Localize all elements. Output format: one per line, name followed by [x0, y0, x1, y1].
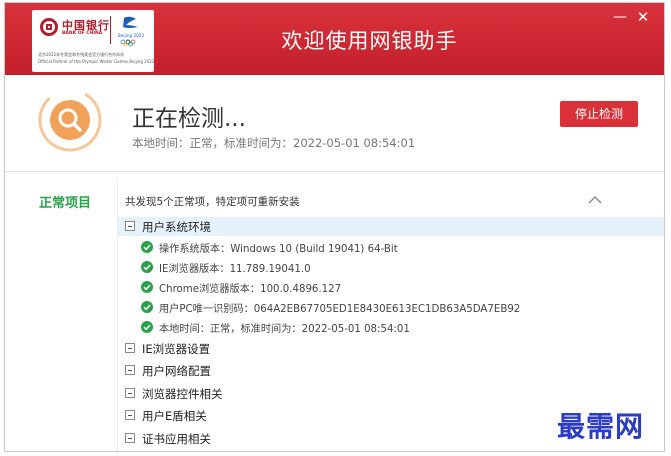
collapse-box-icon[interactable]	[125, 365, 135, 375]
stop-detection-button[interactable]: 停止检测	[560, 101, 638, 127]
tree-group-ie-settings[interactable]: IE浏览器设置	[118, 339, 664, 358]
tree-group-network-config[interactable]: 用户网络配置	[118, 361, 664, 380]
close-button[interactable]: ✕	[633, 7, 653, 27]
collapse-box-icon[interactable]	[125, 343, 135, 353]
collapse-box-icon[interactable]	[125, 410, 135, 420]
check-item-label: 本地时间：正常，标准时间为：2022-05-01 08:54:01	[159, 324, 410, 335]
check-ok-icon	[141, 281, 153, 293]
status-title: 正在检测...	[132, 106, 246, 132]
tree-group-label: 证书应用相关	[142, 432, 211, 446]
check-ok-icon	[141, 261, 153, 273]
results-summary: 共发现5个正常项，特定项可重新安装	[125, 196, 300, 208]
category-normal-items[interactable]: 正常项目	[39, 192, 91, 211]
divider	[5, 171, 664, 172]
collapse-box-icon[interactable]	[125, 221, 135, 231]
collapse-box-icon[interactable]	[125, 433, 135, 443]
status-area: 正在检测... 本地时间：正常，标准时间为：2022-05-01 08:54:0…	[5, 75, 664, 171]
tree-group-label: 用户系统环境	[142, 220, 211, 234]
tree-group-label: 用户网络配置	[142, 364, 211, 378]
tree-group-label: 用户E盾相关	[142, 409, 207, 423]
scan-progress-icon	[38, 88, 102, 152]
tree-group-label: IE浏览器设置	[142, 342, 211, 356]
collapse-chevron-up-icon[interactable]	[587, 193, 603, 205]
minimize-button[interactable]: —	[610, 7, 630, 27]
check-ok-icon	[141, 301, 153, 313]
site-watermark: 最需网	[557, 410, 645, 443]
check-item-label: 操作系统版本：Windows 10 (Build 19041) 64-Bit	[159, 244, 398, 255]
assistant-window: 中国银行 BANK OF CHINA Beijing 2022 北京2022年冬…	[4, 2, 665, 452]
partner-line-en: Official Partner of the Olympic Winter G…	[38, 59, 155, 64]
tree-group-label: 浏览器控件相关	[142, 387, 223, 401]
app-title: 欢迎使用网银助手	[281, 29, 458, 53]
tree-group-user-system-env[interactable]: 用户系统环境	[118, 217, 664, 236]
check-item-label: IE浏览器版本：11.789.19041.0	[159, 264, 311, 275]
tree-group-browser-controls[interactable]: 浏览器控件相关	[118, 384, 664, 403]
check-item-label: Chrome浏览器版本：100.0.4896.127	[159, 284, 342, 295]
status-subtitle: 本地时间：正常，标准时间为：2022-05-01 08:54:01	[132, 136, 416, 150]
check-ok-icon	[141, 241, 153, 253]
collapse-box-icon[interactable]	[125, 388, 135, 398]
check-item-label: 用户PC唯一识别码：064A2EB67705ED1E8430E613EC1DB6…	[159, 304, 521, 315]
title-bar: 中国银行 BANK OF CHINA Beijing 2022 北京2022年冬…	[5, 3, 664, 75]
check-ok-icon	[141, 321, 153, 333]
